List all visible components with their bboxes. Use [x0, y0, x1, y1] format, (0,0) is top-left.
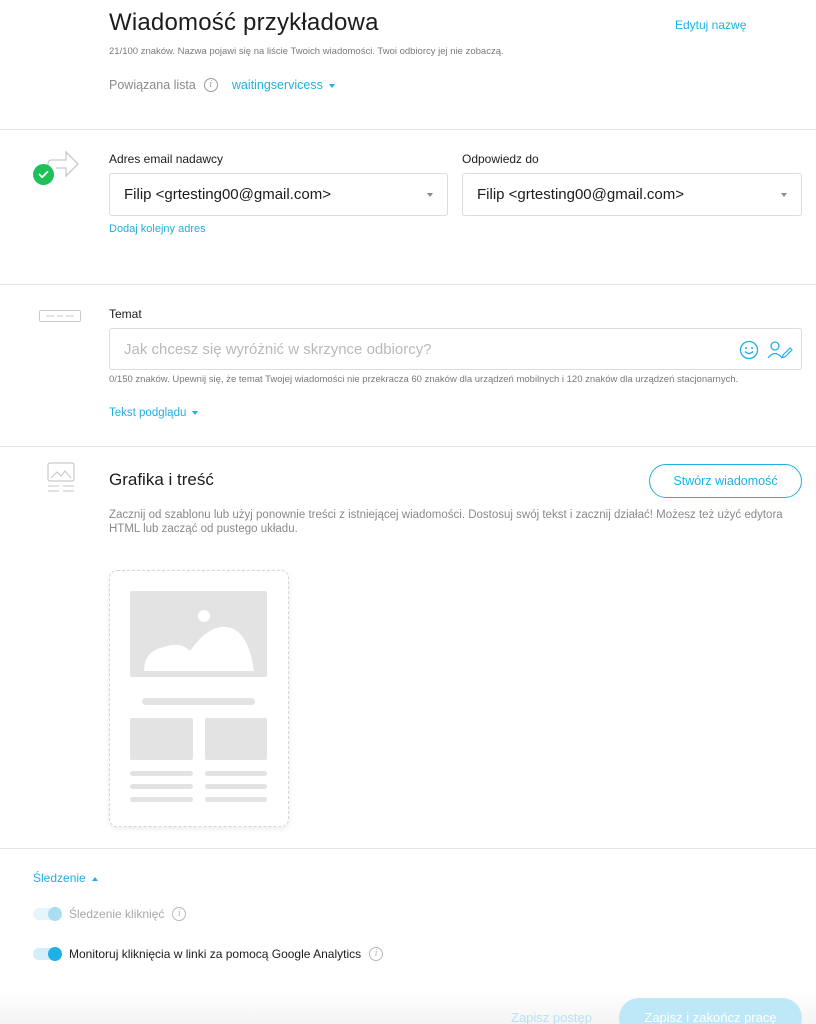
click-tracking-row: Śledzenie kliknięć i: [69, 907, 187, 921]
content-title: Grafika i treść: [109, 470, 214, 489]
from-select[interactable]: Filip <grtesting00@gmail.com>: [109, 173, 448, 216]
info-icon[interactable]: i: [203, 78, 218, 92]
switch-knob: [48, 947, 62, 961]
block-placeholder: [205, 718, 267, 760]
click-tracking-label: Śledzenie kliknięć: [69, 907, 165, 921]
emoji-icon[interactable]: [739, 340, 759, 360]
chevron-down-icon: [427, 193, 433, 197]
tracking-title: Śledzenie: [33, 871, 86, 885]
text-line-placeholder: [205, 784, 267, 789]
linked-list-value: waitingservicess: [231, 78, 323, 92]
edit-name-link[interactable]: Edytuj nazwę: [675, 18, 746, 32]
reply-value: Filip <grtesting00@gmail.com>: [477, 186, 684, 203]
personalize-icon[interactable]: [767, 340, 793, 360]
save-draft-button[interactable]: Zapisz postęp: [511, 1010, 592, 1024]
chevron-down-icon: [781, 193, 787, 197]
content-description: Zacznij od szablonu lub użyj ponownie tr…: [109, 509, 783, 535]
click-tracking-switch[interactable]: [33, 907, 62, 921]
image-layout-icon: [47, 462, 75, 496]
check-circle-icon: [33, 164, 54, 185]
info-icon[interactable]: i: [172, 907, 187, 921]
chevron-up-icon: [91, 876, 98, 881]
subject-field-icon: [39, 310, 81, 322]
save-finish-button[interactable]: Zapisz i zakończ pracę: [619, 998, 802, 1024]
text-line-placeholder: [205, 771, 267, 776]
section-divider: [0, 284, 816, 285]
chevron-down-icon: [328, 83, 335, 88]
linked-list-dropdown[interactable]: waitingservicess: [232, 78, 335, 92]
section-divider: [0, 848, 816, 849]
preview-text-label: Tekst podglądu: [109, 407, 187, 419]
info-icon[interactable]: i: [369, 947, 384, 961]
chevron-down-icon: [192, 410, 199, 415]
text-line-placeholder: [130, 771, 193, 776]
ga-tracking-row: Monitoruj kliknięcia w linki za pomocą G…: [69, 947, 384, 961]
image-placeholder: [130, 591, 267, 677]
section-divider: [0, 129, 816, 130]
add-address-link[interactable]: Dodaj kolejny adres: [109, 223, 206, 235]
template-placeholder-card[interactable]: [109, 570, 289, 827]
text-line-placeholder: [130, 797, 193, 802]
reply-to-select[interactable]: Filip <grtesting00@gmail.com>: [462, 173, 802, 216]
ga-tracking-switch[interactable]: [33, 947, 62, 961]
headline-placeholder: [142, 698, 255, 705]
create-message-button[interactable]: Stwórz wiadomość: [649, 464, 802, 498]
preview-text-toggle[interactable]: Tekst podglądu: [109, 407, 199, 419]
subject-label: Temat: [109, 307, 142, 321]
page-title: Wiadomość przykładowa: [109, 9, 379, 36]
subject-input[interactable]: Jak chcesz się wyróżnić w skrzynce odbio…: [109, 328, 802, 370]
switch-knob: [48, 907, 62, 921]
block-placeholder: [130, 718, 193, 760]
text-line-placeholder: [130, 784, 193, 789]
from-label: Adres email nadawcy: [109, 152, 224, 166]
section-divider: [0, 446, 816, 447]
reply-label: Odpowiedz do: [462, 152, 539, 166]
ga-tracking-label: Monitoruj kliknięcia w linki za pomocą G…: [69, 947, 362, 961]
text-line-placeholder: [205, 797, 267, 802]
subject-hint: 0/150 znaków. Upewnij się, że temat Twoj…: [109, 374, 739, 385]
name-hint: 21/100 znaków. Nazwa pojawi się na liści…: [109, 46, 504, 57]
from-value: Filip <grtesting00@gmail.com>: [124, 186, 331, 203]
linked-list-row: Powiązana lista i waitingservicess: [109, 78, 335, 92]
subject-placeholder: Jak chcesz się wyróżnić w skrzynce odbio…: [124, 341, 432, 358]
tracking-toggle[interactable]: Śledzenie: [33, 871, 98, 885]
linked-list-label: Powiązana lista: [109, 78, 196, 92]
